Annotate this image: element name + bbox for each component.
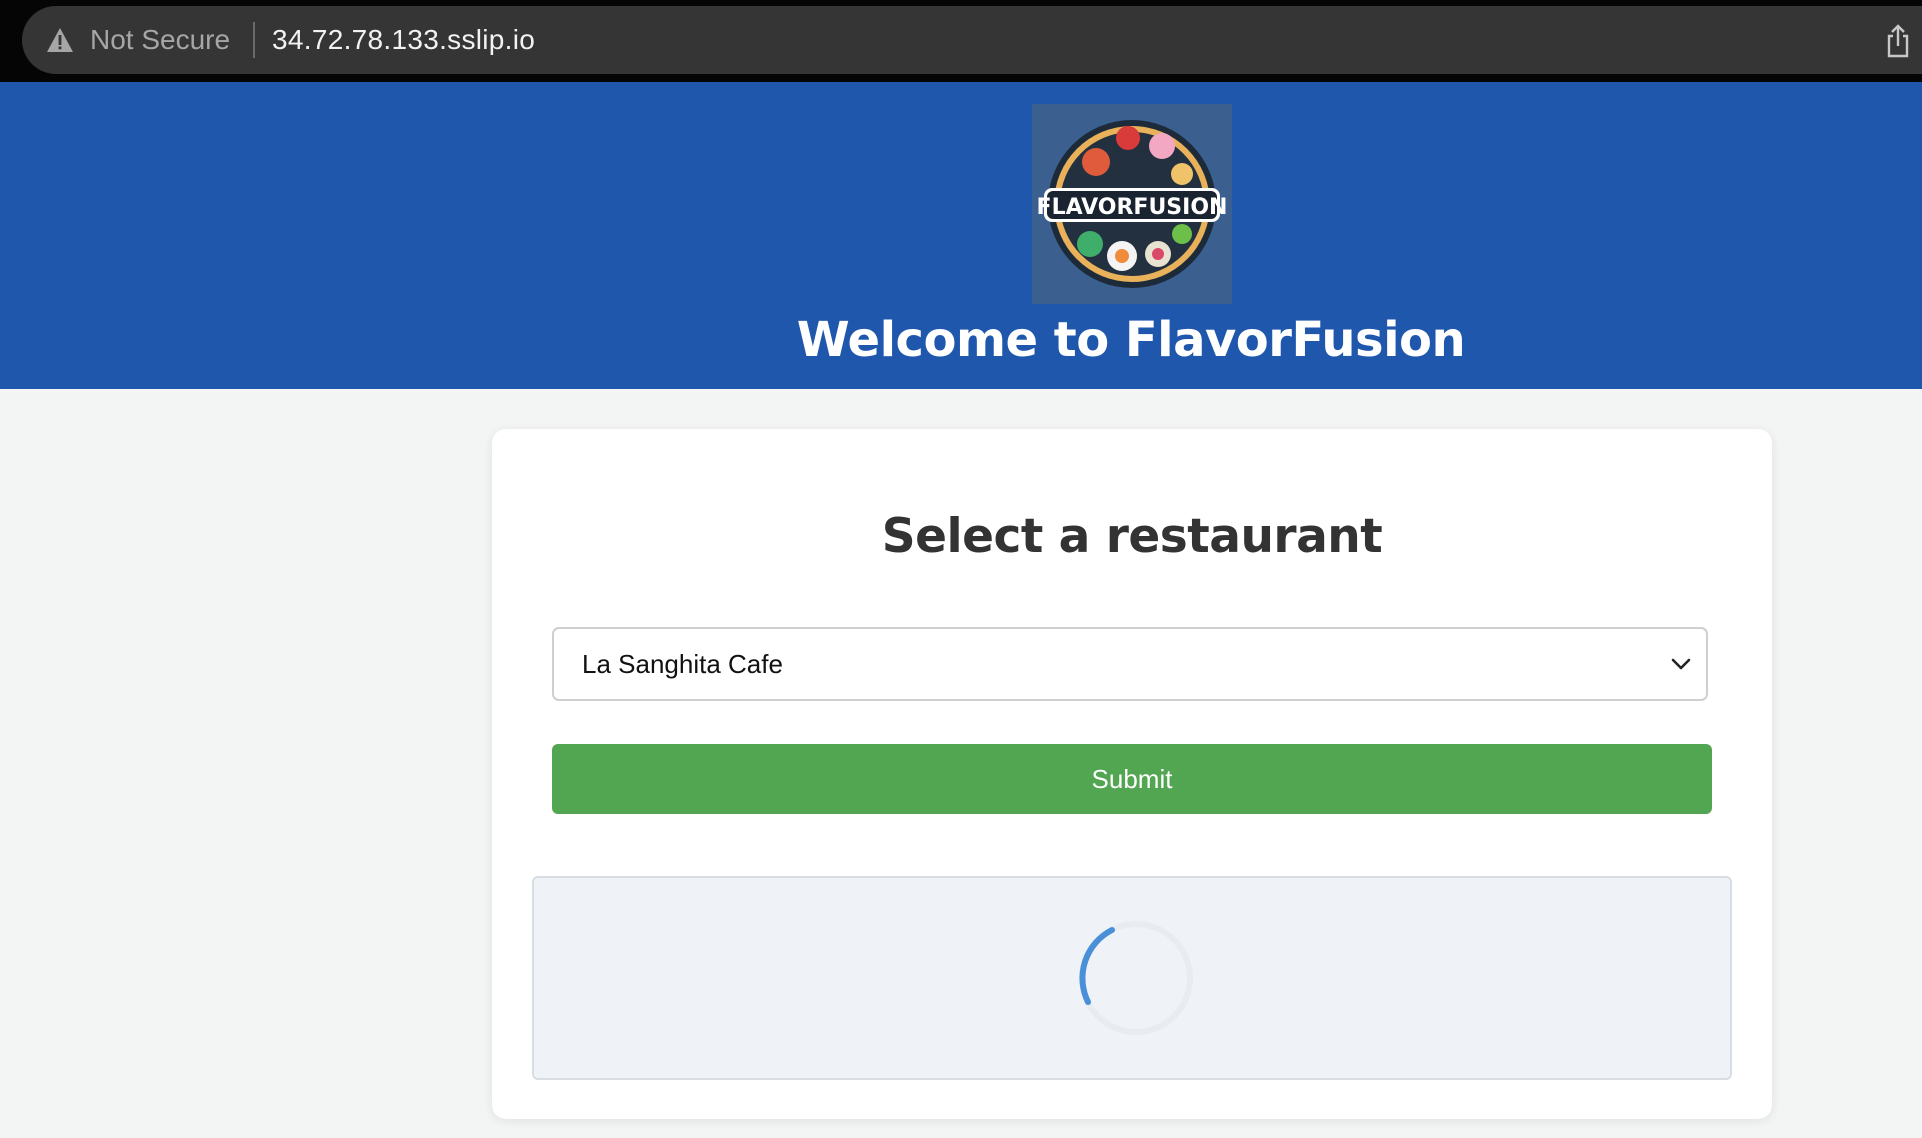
flavorfusion-logo: FLAVORFUSION xyxy=(1032,104,1232,304)
security-label[interactable]: Not Secure xyxy=(90,26,230,54)
address-bar[interactable]: Not Secure 34.72.78.133.sslip.io xyxy=(22,6,1922,74)
logo-text: FLAVORFUSION xyxy=(1037,195,1228,220)
submit-button[interactable]: Submit xyxy=(552,744,1712,814)
site-header: FLAVORFUSION Welcome to FlavorFusion xyxy=(0,82,1922,389)
address-separator xyxy=(253,22,255,58)
logo-image: FLAVORFUSION xyxy=(1032,104,1232,304)
browser-chrome: Not Secure 34.72.78.133.sslip.io xyxy=(0,0,1922,82)
page-title: Welcome to FlavorFusion xyxy=(796,312,1466,368)
chevron-down-icon xyxy=(1671,658,1691,670)
share-icon[interactable] xyxy=(1884,24,1912,58)
restaurant-select[interactable]: La Sanghita Cafe xyxy=(552,627,1708,701)
restaurant-select-value: La Sanghita Cafe xyxy=(582,649,783,679)
card-heading: Select a restaurant xyxy=(881,509,1383,564)
loading-spinner-icon xyxy=(1079,921,1193,1035)
url-text[interactable]: 34.72.78.133.sslip.io xyxy=(272,26,535,54)
restaurant-card: Select a restaurant La Sanghita Cafe Sub… xyxy=(492,429,1772,1119)
result-panel xyxy=(532,876,1732,1080)
warning-icon xyxy=(47,28,73,52)
